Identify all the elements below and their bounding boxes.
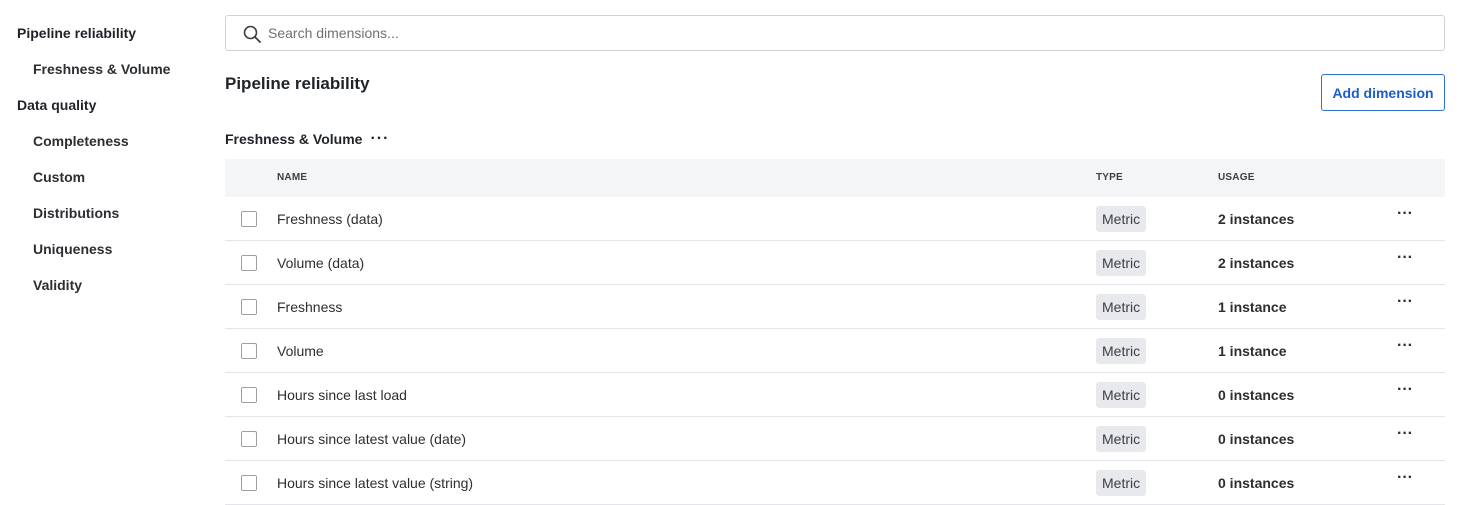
row-usage: 0 instances	[1218, 387, 1295, 403]
row-usage: 1 instance	[1218, 299, 1287, 315]
more-options-icon[interactable]: ···	[1393, 338, 1417, 359]
main-content: Pipeline reliability Add dimension Fresh…	[225, 0, 1445, 505]
more-options-icon[interactable]: ···	[1393, 250, 1417, 271]
column-header-usage[interactable]: USAGE	[1218, 172, 1255, 183]
section-title: Pipeline reliability	[225, 74, 370, 93]
row-name[interactable]: Volume	[277, 343, 324, 359]
row-usage: 2 instances	[1218, 211, 1295, 227]
more-options-icon[interactable]: ···	[1393, 470, 1417, 491]
type-badge: Metric	[1096, 470, 1147, 496]
row-checkbox[interactable]	[241, 343, 257, 359]
more-options-icon[interactable]: ···	[1393, 426, 1417, 447]
row-checkbox[interactable]	[241, 431, 257, 447]
sidebar-item-distributions[interactable]: Distributions	[33, 205, 119, 221]
sidebar-item-completeness[interactable]: Completeness	[33, 133, 129, 149]
row-name[interactable]: Freshness (data)	[277, 211, 383, 227]
row-checkbox[interactable]	[241, 255, 257, 271]
type-badge: Metric	[1096, 206, 1147, 232]
sidebar: Pipeline reliability Freshness & Volume …	[0, 0, 210, 503]
table-row[interactable]: Freshness (data) Metric 2 instances ···	[225, 197, 1445, 241]
table-row[interactable]: Volume Metric 1 instance ···	[225, 329, 1445, 373]
row-name[interactable]: Freshness	[277, 299, 342, 315]
more-options-icon[interactable]: ···	[1393, 206, 1417, 227]
type-badge: Metric	[1096, 294, 1147, 320]
table-body: Freshness (data) Metric 2 instances ··· …	[225, 197, 1445, 505]
group-header: Freshness & Volume ···	[225, 131, 389, 148]
add-dimension-button[interactable]: Add dimension	[1321, 74, 1445, 111]
search-icon	[242, 24, 262, 44]
row-usage: 0 instances	[1218, 475, 1295, 491]
type-badge: Metric	[1096, 426, 1147, 452]
sidebar-item-freshness-volume[interactable]: Freshness & Volume	[33, 61, 170, 77]
type-badge: Metric	[1096, 382, 1147, 408]
table-row[interactable]: Freshness Metric 1 instance ···	[225, 285, 1445, 329]
table-row[interactable]: Hours since last load Metric 0 instances…	[225, 373, 1445, 417]
search-box[interactable]	[225, 15, 1445, 51]
more-options-icon[interactable]: ···	[1393, 382, 1417, 403]
search-input[interactable]	[268, 16, 1428, 50]
table-row[interactable]: Hours since latest value (date) Metric 0…	[225, 417, 1445, 461]
sidebar-item-custom[interactable]: Custom	[33, 169, 85, 185]
sidebar-item-uniqueness[interactable]: Uniqueness	[33, 241, 112, 257]
row-usage: 1 instance	[1218, 343, 1287, 359]
row-checkbox[interactable]	[241, 211, 257, 227]
table-header: NAME TYPE USAGE	[225, 159, 1445, 197]
row-name[interactable]: Volume (data)	[277, 255, 364, 271]
table-row[interactable]: Volume (data) Metric 2 instances ···	[225, 241, 1445, 285]
row-checkbox[interactable]	[241, 475, 257, 491]
sidebar-item-pipeline-reliability[interactable]: Pipeline reliability	[17, 25, 136, 41]
row-usage: 2 instances	[1218, 255, 1295, 271]
sidebar-item-validity[interactable]: Validity	[33, 277, 82, 293]
row-checkbox[interactable]	[241, 387, 257, 403]
type-badge: Metric	[1096, 250, 1147, 276]
group-title: Freshness & Volume	[225, 131, 363, 147]
sidebar-item-data-quality[interactable]: Data quality	[17, 97, 96, 113]
type-badge: Metric	[1096, 338, 1147, 364]
column-header-name[interactable]: NAME	[277, 172, 307, 183]
row-name[interactable]: Hours since latest value (date)	[277, 431, 466, 447]
table-row[interactable]: Hours since latest value (string) Metric…	[225, 461, 1445, 505]
group-more-icon[interactable]: ···	[370, 131, 389, 147]
row-usage: 0 instances	[1218, 431, 1295, 447]
column-header-type[interactable]: TYPE	[1096, 172, 1123, 183]
row-name[interactable]: Hours since latest value (string)	[277, 475, 473, 491]
row-checkbox[interactable]	[241, 299, 257, 315]
row-name[interactable]: Hours since last load	[277, 387, 407, 403]
more-options-icon[interactable]: ···	[1393, 294, 1417, 315]
